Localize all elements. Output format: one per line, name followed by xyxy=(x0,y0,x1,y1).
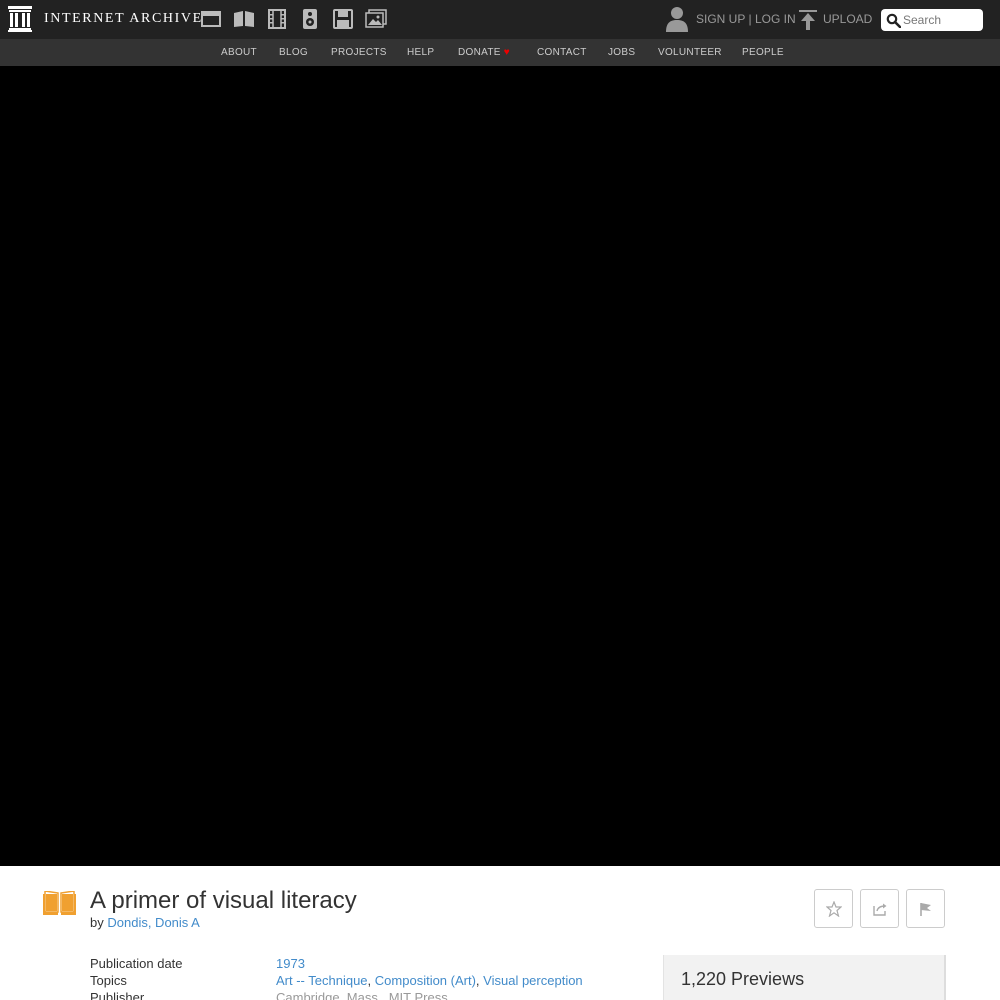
images-icon[interactable] xyxy=(365,9,387,29)
auth-links: SIGN UP | LOG IN xyxy=(696,12,796,26)
web-icon[interactable] xyxy=(200,9,222,29)
previews-count: 1,220 Previews xyxy=(681,969,805,989)
item-title: A primer of visual literacy xyxy=(90,887,357,914)
share-icon xyxy=(872,903,886,916)
texts-book-icon xyxy=(43,891,76,915)
search-input[interactable] xyxy=(903,11,979,29)
archive-building-icon xyxy=(8,6,32,32)
logo-text[interactable]: INTERNET ARCHIVE xyxy=(44,11,203,27)
share-button[interactable] xyxy=(860,889,899,928)
pub-date-label: Publication date xyxy=(90,956,183,971)
pub-date-value: 1973 xyxy=(276,956,305,971)
previews-panel: 1,220 Previews xyxy=(663,955,946,1000)
software-icon[interactable] xyxy=(332,9,354,29)
topic-link[interactable]: Art -- Technique xyxy=(276,973,368,988)
nav-contact[interactable]: CONTACT xyxy=(537,47,587,58)
topics-value: Art -- Technique, Composition (Art), Vis… xyxy=(276,973,583,988)
nav-donate-label: DONATE xyxy=(458,47,501,58)
nav-blog[interactable]: BLOG xyxy=(279,47,308,58)
publisher-value: Cambridge, Mass., MIT Press xyxy=(276,990,448,1000)
nav-about[interactable]: ABOUT xyxy=(221,47,257,58)
author-link[interactable]: Dondis, Donis A xyxy=(107,915,200,930)
internet-archive-logo[interactable]: INTERNET ARCHIVE xyxy=(8,6,201,32)
flag-button[interactable] xyxy=(906,889,945,928)
by-label: by xyxy=(90,915,104,930)
audio-icon[interactable] xyxy=(299,9,321,29)
log-in-link[interactable]: LOG IN xyxy=(755,12,796,26)
favorite-button[interactable] xyxy=(814,889,853,928)
user-avatar-icon[interactable] xyxy=(665,6,689,32)
heart-icon: ♥ xyxy=(503,47,510,58)
top-nav-bar: INTERNET ARCHIVE SIGN UP | LOG IN UPLOAD… xyxy=(0,0,1000,39)
texts-icon[interactable] xyxy=(233,9,255,29)
nav-help[interactable]: HELP xyxy=(407,47,434,58)
nav-donate[interactable]: DONATE ♥ xyxy=(458,47,510,58)
upload-link[interactable]: UPLOAD xyxy=(823,12,872,26)
topics-label: Topics xyxy=(90,973,127,988)
topic-separator: , xyxy=(367,973,372,988)
nav-projects[interactable]: PROJECTS xyxy=(331,47,387,58)
topic-separator: , xyxy=(475,973,480,988)
flag-icon xyxy=(919,902,931,916)
sign-up-link[interactable]: SIGN UP xyxy=(696,12,745,26)
search-box xyxy=(881,9,983,31)
upload-icon[interactable] xyxy=(799,10,817,30)
book-viewer[interactable] xyxy=(0,66,1000,866)
search-icon[interactable] xyxy=(886,13,901,28)
publisher-label: Publisher xyxy=(90,990,145,1000)
star-icon xyxy=(825,900,842,917)
topic-link[interactable]: Visual perception xyxy=(483,973,583,988)
auth-separator: | xyxy=(748,12,752,26)
topic-link[interactable]: Composition (Art) xyxy=(375,973,476,988)
secondary-nav: ABOUT BLOG PROJECTS HELP DONATE ♥ CONTACT… xyxy=(0,39,1000,66)
video-icon[interactable] xyxy=(266,9,288,29)
item-byline: by Dondis, Donis A xyxy=(90,915,200,930)
nav-volunteer[interactable]: VOLUNTEER xyxy=(658,47,722,58)
nav-jobs[interactable]: JOBS xyxy=(608,47,635,58)
pub-date-link[interactable]: 1973 xyxy=(276,956,305,971)
nav-people[interactable]: PEOPLE xyxy=(742,47,784,58)
